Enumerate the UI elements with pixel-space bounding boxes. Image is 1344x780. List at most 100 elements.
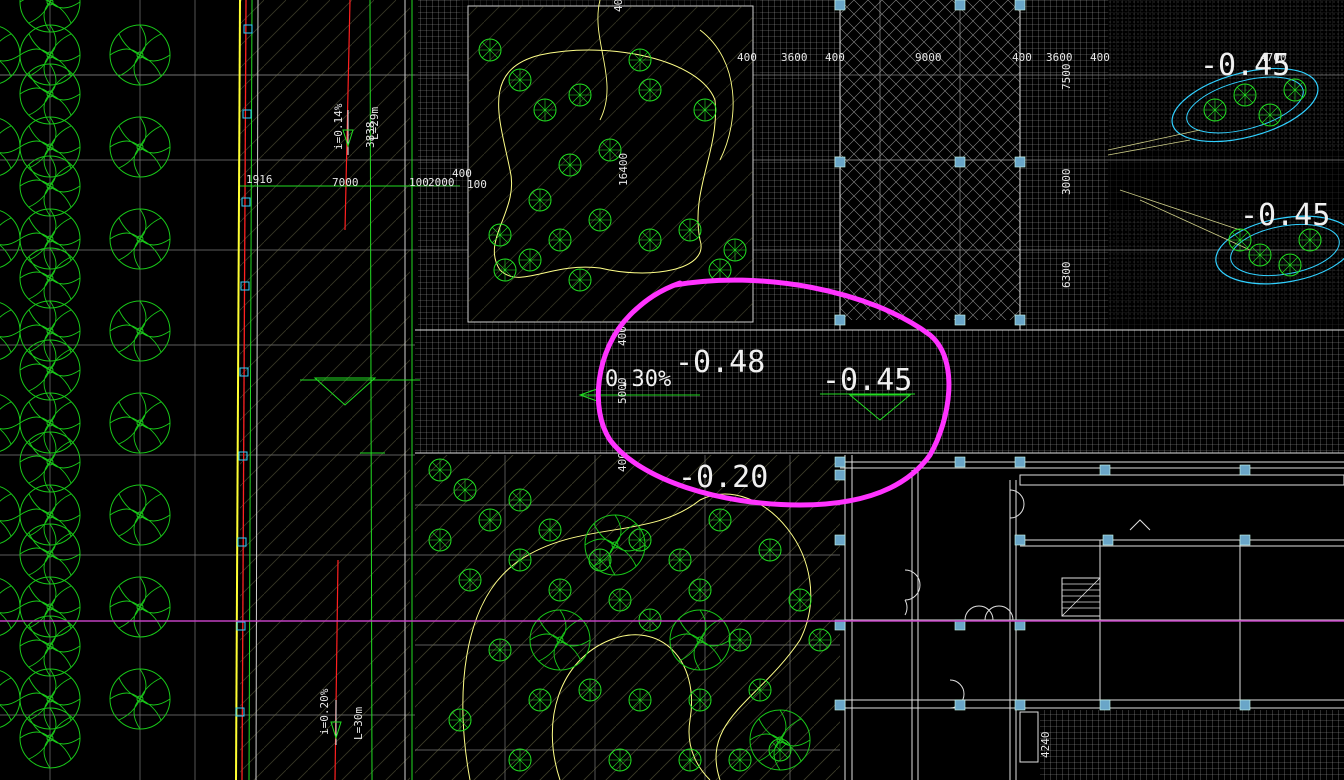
elev-right-top: -0.45: [1200, 48, 1290, 83]
shrub-symbol: [628, 688, 652, 712]
shrub-symbol: [488, 638, 512, 662]
dim-road-a: 1916: [246, 173, 273, 186]
shrub-symbol: [488, 223, 512, 247]
shrub-symbol: [668, 548, 692, 572]
shrub-symbol: [518, 248, 542, 272]
shrub-symbol: [588, 548, 612, 572]
shrub-symbol: [458, 568, 482, 592]
shrub-symbol: [478, 38, 502, 62]
shrub-symbol: [528, 688, 552, 712]
shrub-symbol: [538, 518, 562, 542]
dim-vert-b: 3000: [1060, 169, 1073, 196]
dim-road-f: 400: [452, 167, 472, 180]
column-marker: [1099, 464, 1111, 476]
shrub-symbol: [608, 588, 632, 612]
shrub-symbol: [548, 228, 572, 252]
shrub-symbol: [558, 153, 582, 177]
dim-plaza-d: 9000: [915, 51, 942, 64]
column-marker: [834, 534, 846, 546]
dim-plaza-a: 400: [737, 51, 757, 64]
dim-small-top: 3838: [364, 122, 377, 149]
dim-plaza-f: 3600: [1046, 51, 1073, 64]
column-marker: [1014, 534, 1026, 546]
column-marker: [834, 456, 846, 468]
slope-top-text: i=0.14%: [332, 103, 345, 150]
shrub-symbol: [608, 748, 632, 772]
column-marker: [1239, 699, 1251, 711]
column-marker: [834, 469, 846, 481]
shrub-symbol: [428, 528, 452, 552]
shrub-symbol: [638, 78, 662, 102]
dim-plaza-b: 3600: [781, 51, 808, 64]
shrub-symbol: [688, 688, 712, 712]
column-marker: [834, 156, 846, 168]
dim-road-c: 100: [409, 176, 429, 189]
shrub-symbol: [508, 748, 532, 772]
column-marker: [1014, 314, 1026, 326]
slope-center: 0.30%: [605, 367, 671, 392]
shrub-symbol: [678, 218, 702, 242]
shrub-symbol: [533, 98, 557, 122]
shrub-symbol: [723, 238, 747, 262]
dim-vert-i: 400: [612, 0, 625, 12]
column-marker: [954, 156, 966, 168]
dim-vert-c: 6300: [1060, 262, 1073, 289]
shrub-symbol: [428, 458, 452, 482]
shrub-symbol: [1233, 83, 1257, 107]
dim-plaza-c: 400: [825, 51, 845, 64]
shrub-symbol: [728, 628, 752, 652]
dim-plaza-e: 400: [1012, 51, 1032, 64]
column-marker: [834, 0, 846, 11]
column-marker: [954, 699, 966, 711]
shrub-symbol: [808, 628, 832, 652]
column-marker: [954, 0, 966, 11]
shrub-symbol: [693, 98, 717, 122]
dim-plaza-g: 400: [1090, 51, 1110, 64]
shrub-symbol: [453, 478, 477, 502]
dim-vert-a: 16400: [617, 153, 630, 186]
shrub-symbol: [1278, 253, 1302, 277]
shrub-symbol: [708, 508, 732, 532]
shrub-symbol: [493, 258, 517, 282]
elev-center-left: -0.48: [675, 345, 765, 380]
shrub-symbol: [478, 508, 502, 532]
column-marker: [1239, 464, 1251, 476]
column-marker: [954, 314, 966, 326]
column-marker: [1014, 456, 1026, 468]
shrub-symbol: [678, 748, 702, 772]
shrub-symbol: [508, 488, 532, 512]
shrub-symbol: [788, 588, 812, 612]
column-marker: [1099, 699, 1111, 711]
shrub-symbol: [1258, 103, 1282, 127]
shrub-symbol: [508, 68, 532, 92]
column-marker: [1014, 0, 1026, 11]
shrub-symbol: [568, 268, 592, 292]
dim-road-d: 2000: [428, 176, 455, 189]
shrub-symbol: [1203, 98, 1227, 122]
slope-bottom-text: i=0.20%: [318, 688, 331, 735]
column-marker: [1239, 534, 1251, 546]
elev-center-right: -0.45: [822, 363, 912, 398]
shrub-symbol: [628, 48, 652, 72]
elev-right-mid: -0.45: [1240, 198, 1330, 233]
shrub-symbol: [688, 578, 712, 602]
shrub-symbol: [588, 208, 612, 232]
building-block: [834, 455, 1344, 780]
dim-vert-d: 7500: [1060, 64, 1073, 91]
cad-drawing: i=0.14% L=29m i=0.20% L=30m 1916 7000 10…: [0, 0, 1344, 780]
column-marker: [1014, 699, 1026, 711]
column-marker: [1014, 156, 1026, 168]
shrub-symbol: [528, 188, 552, 212]
paving-plaza-grid: [760, 0, 1108, 330]
shrub-symbol: [758, 538, 782, 562]
shrub-symbol: [768, 738, 792, 762]
shrub-symbol: [508, 548, 532, 572]
slope-bottom-length: L=30m: [352, 707, 365, 740]
shrub-symbol: [568, 83, 592, 107]
column-marker: [834, 314, 846, 326]
dim-road-b: 7000: [332, 176, 359, 189]
shrub-symbol: [1248, 243, 1272, 267]
shrub-symbol: [448, 708, 472, 732]
column-marker: [1102, 534, 1114, 546]
shrub-symbol: [748, 678, 772, 702]
